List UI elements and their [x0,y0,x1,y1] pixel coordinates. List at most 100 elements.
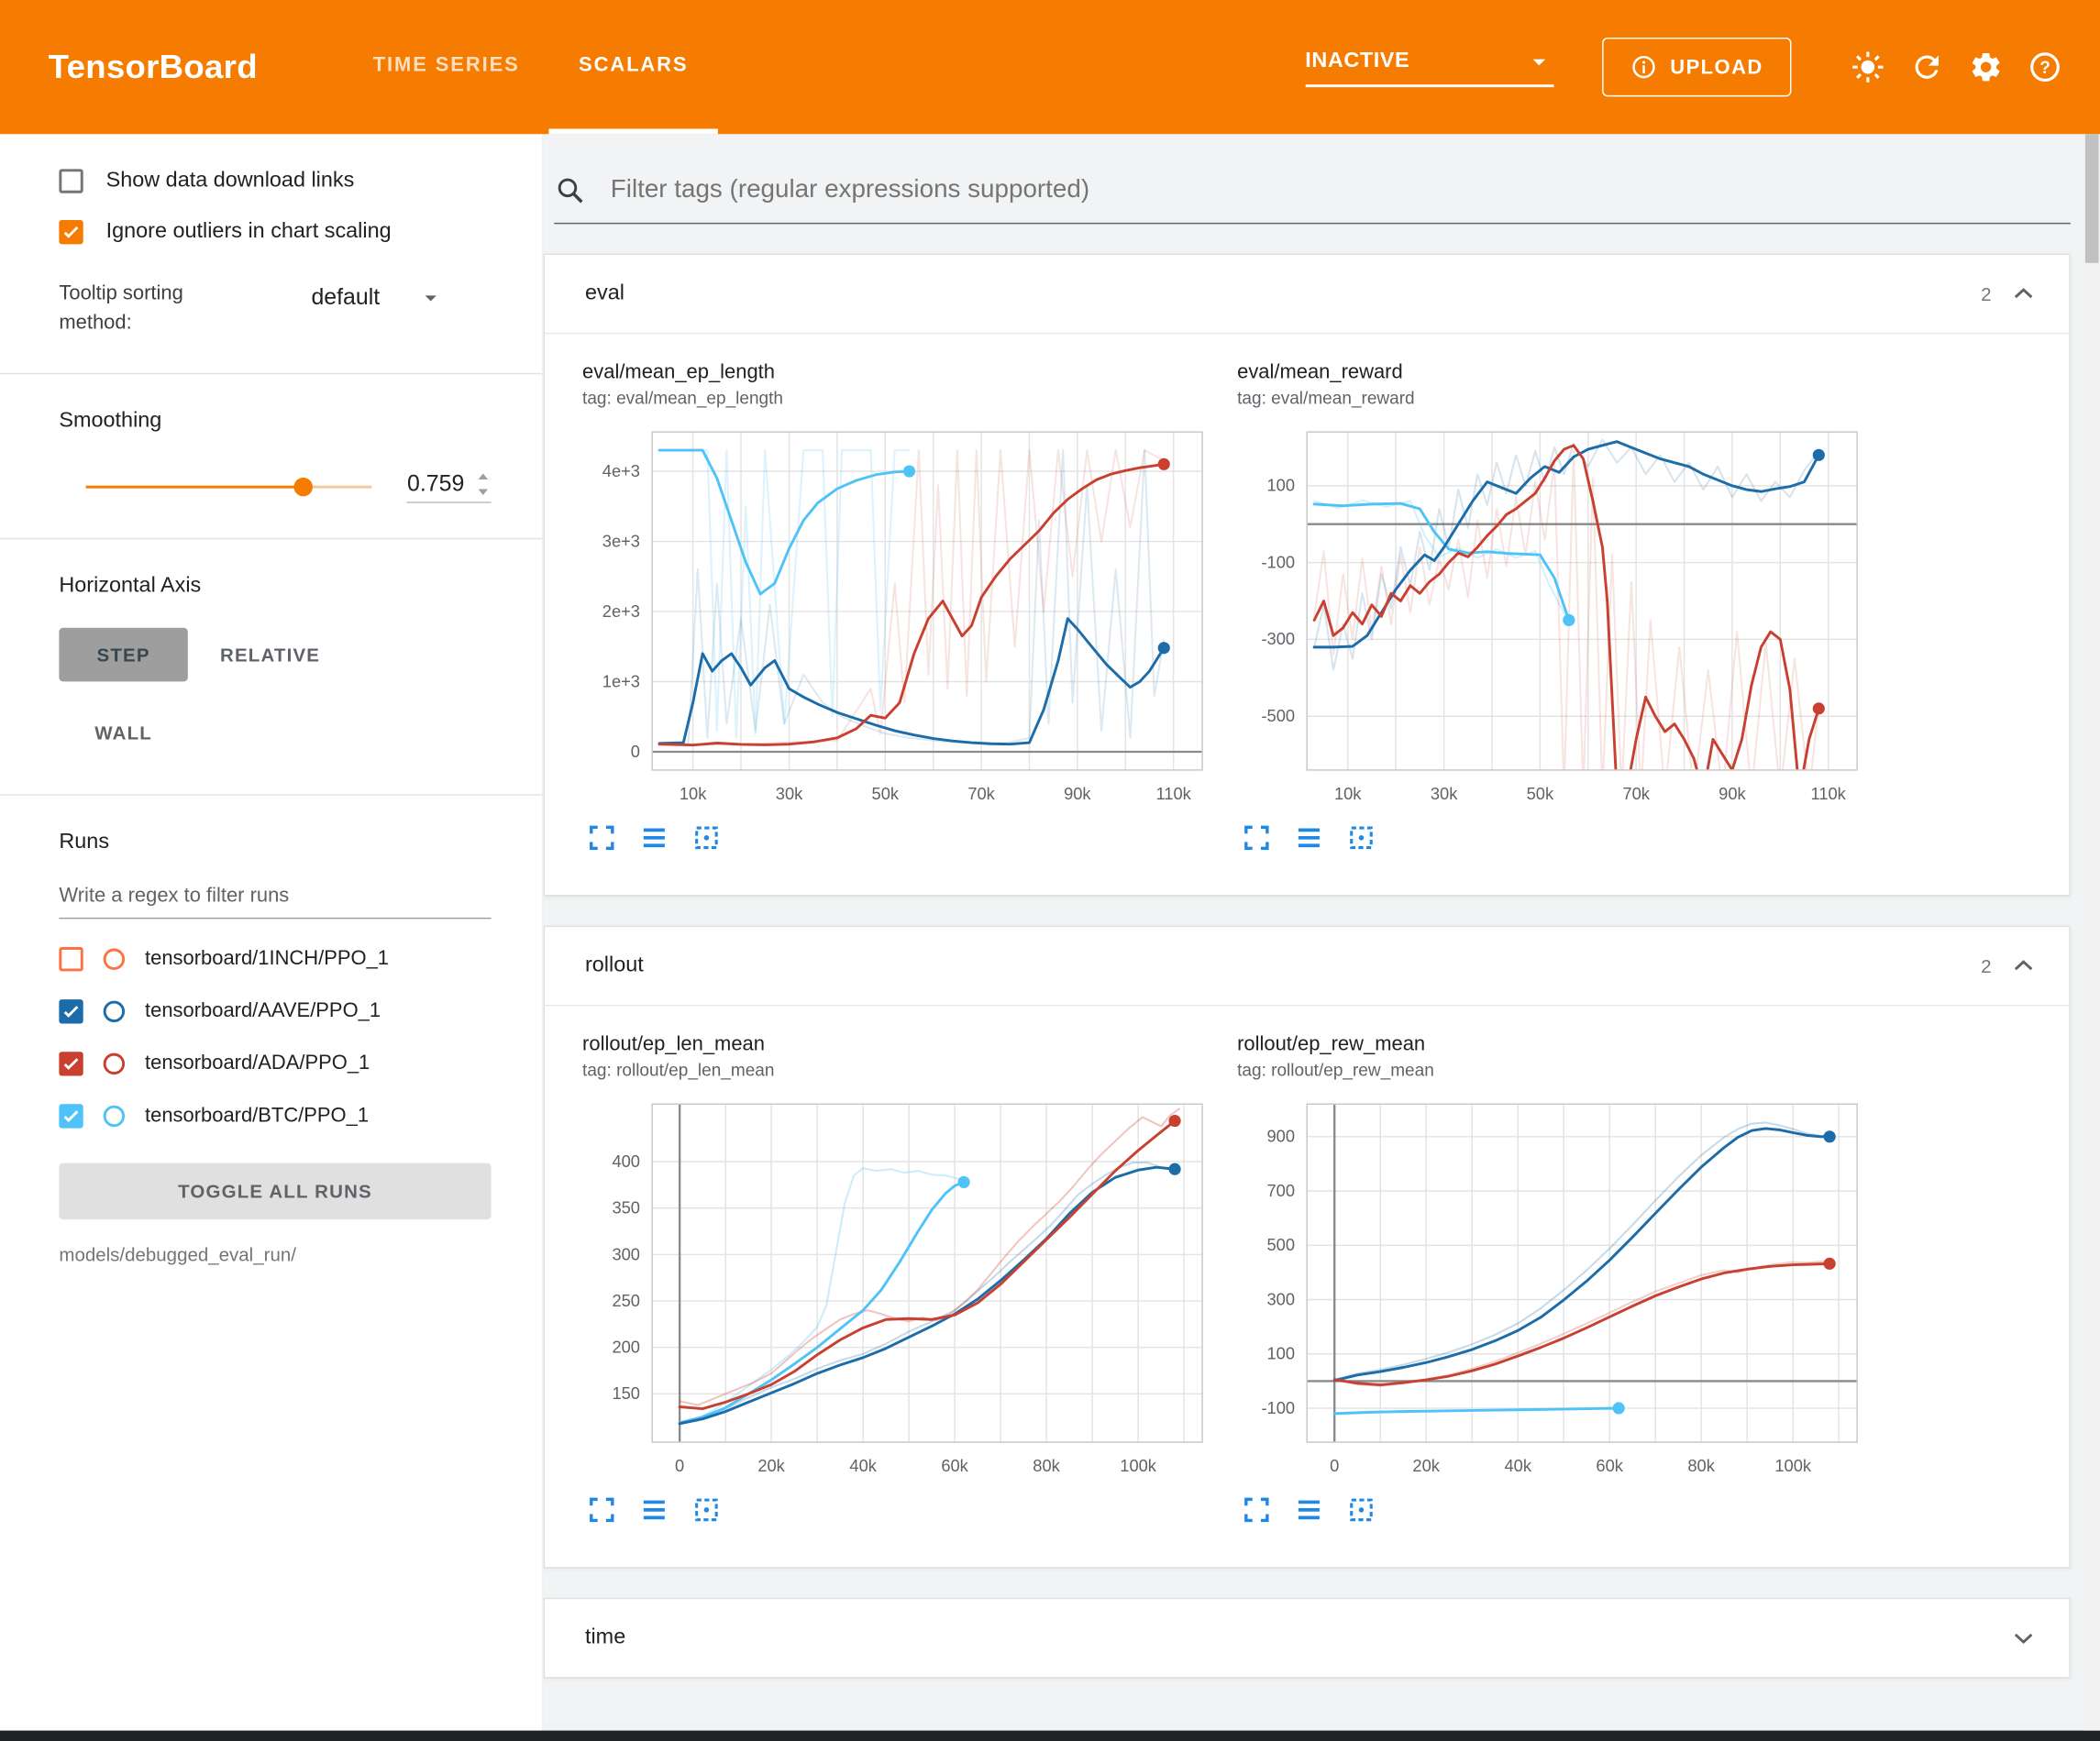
settings-icon[interactable] [1969,50,2004,84]
tab-scalars[interactable]: SCALARS [549,0,718,134]
section-header[interactable]: eval2 [545,255,2069,333]
data-table-icon[interactable] [1295,823,1323,852]
chart-tag: tag: rollout/ep_len_mean [582,1060,1219,1080]
expand-icon[interactable] [588,1496,616,1525]
run-checkbox[interactable] [59,1104,83,1128]
run-label: tensorboard/ADA/PPO_1 [145,1052,370,1074]
stepper-arrows-icon[interactable] [475,470,492,497]
upload-button[interactable]: UPLOAD [1602,38,1792,96]
svg-text:2e+3: 2e+3 [602,601,640,621]
axis-wall-button[interactable]: WALL [59,705,187,759]
chart-toolbar [1237,823,1873,852]
content-row: Show data download links Ignore outliers… [0,134,2100,1730]
help-icon[interactable]: ? [2028,50,2062,84]
chevron-up-icon[interactable] [2007,950,2039,982]
tab-time-series[interactable]: TIME SERIES [344,0,549,134]
smoothing-value: 0.759 [407,470,464,497]
svg-text:100k: 100k [1120,1456,1157,1475]
expand-icon[interactable] [588,823,616,852]
horizontal-axis-buttons: STEP RELATIVE WALL [59,627,407,758]
tag-filter [554,174,2070,224]
sidebar-divider [0,537,542,538]
chevron-up-icon[interactable] [2007,278,2039,310]
data-table-icon[interactable] [1295,1496,1323,1525]
smoothing-value-input[interactable]: 0.759 [407,470,492,502]
line-chart[interactable]: 150200250300350400020k40k60k80k100k [582,1094,1213,1485]
tensorboard-app: TensorBoard TIME SERIES SCALARS INACTIVE… [0,0,2100,1741]
svg-text:70k: 70k [1622,784,1650,803]
checkbox-label: Ignore outliers in chart scaling [106,220,392,244]
show-download-links-checkbox[interactable]: Show data download links [59,169,491,193]
fit-domain-icon[interactable] [1347,1496,1376,1525]
section-title: rollout [585,953,644,977]
bottom-scrollbar[interactable] [0,1731,2100,1741]
svg-text:300: 300 [612,1244,640,1263]
line-chart[interactable]: -100100300500700900020k40k60k80k100k [1237,1094,1868,1485]
chart-card: eval/mean_rewardtag: eval/mean_reward100… [1237,361,1873,853]
refresh-icon[interactable] [1909,50,1944,84]
tag-filter-input[interactable] [608,174,2071,206]
line-chart[interactable]: 01e+32e+33e+34e+310k30k50k70k90k110k [582,421,1213,812]
run-checkbox[interactable] [59,998,83,1022]
data-table-icon[interactable] [640,1496,669,1525]
section-header[interactable]: rollout2 [545,927,2069,1005]
scrollbar-thumb[interactable] [2085,134,2099,262]
smoothing-label: Smoothing [59,409,491,433]
tooltip-sorting-value: default [311,284,380,311]
svg-text:40k: 40k [1504,1456,1531,1475]
run-row: tensorboard/1INCH/PPO_1 [59,946,491,970]
svg-text:400: 400 [612,1151,640,1171]
line-chart[interactable]: 100-100-300-50010k30k50k70k90k110k [1237,421,1868,812]
section-header[interactable]: time [545,1599,2069,1677]
runs-list: tensorboard/1INCH/PPO_1tensorboard/AAVE/… [59,946,491,1128]
fit-domain-icon[interactable] [1347,823,1376,852]
svg-text:10k: 10k [1334,784,1362,803]
fit-domain-icon[interactable] [692,1496,721,1525]
chevron-down-icon[interactable] [2007,1622,2039,1654]
data-table-icon[interactable] [640,823,669,852]
chart-card: rollout/ep_len_mean tag: rollout/ep_len_m… [582,1033,1219,1525]
sidebar: Show data download links Ignore outliers… [0,134,544,1730]
svg-text:-100: -100 [1261,1398,1295,1417]
section-card: time [544,1598,2071,1679]
fit-domain-icon[interactable] [692,823,721,852]
svg-text:100: 100 [1267,1344,1296,1363]
svg-text:900: 900 [1267,1127,1296,1146]
runs-filter-input[interactable] [59,867,491,919]
horizontal-axis-label: Horizontal Axis [59,574,491,598]
run-checkbox[interactable] [59,1051,83,1074]
brightness-icon[interactable] [1851,50,1885,84]
chart-toolbar [1237,1496,1873,1525]
svg-text:80k: 80k [1033,1456,1060,1475]
smoothing-slider[interactable] [86,473,372,500]
vertical-scrollbar[interactable] [2083,134,2100,1730]
status-dropdown[interactable]: INACTIVE [1305,47,1553,87]
slider-thumb[interactable] [293,477,312,495]
tooltip-sorting-select[interactable]: default [311,284,444,311]
run-color-radio[interactable] [104,948,125,969]
svg-text:0: 0 [631,742,640,761]
svg-text:60k: 60k [1596,1456,1623,1475]
run-color-radio[interactable] [104,1000,125,1021]
run-color-radio[interactable] [104,1105,125,1126]
svg-text:700: 700 [1267,1181,1296,1200]
ignore-outliers-checkbox[interactable]: Ignore outliers in chart scaling [59,220,491,244]
run-color-radio[interactable] [104,1052,125,1074]
svg-text:30k: 30k [1431,784,1458,803]
expand-icon[interactable] [1243,823,1271,852]
chart-toolbar [582,1496,1219,1525]
toggle-all-runs-button[interactable]: TOGGLE ALL RUNS [59,1163,491,1218]
svg-text:-300: -300 [1261,629,1295,648]
checkbox-label: Show data download links [106,169,355,193]
checkbox-checked-icon [59,220,83,244]
svg-text:110k: 110k [1811,784,1847,803]
svg-text:3e+3: 3e+3 [602,531,640,550]
expand-icon[interactable] [1243,1496,1271,1525]
svg-text:90k: 90k [1719,784,1746,803]
chart-title: rollout/ep_len_mean [582,1033,1219,1056]
sidebar-divider [0,372,542,373]
run-checkbox[interactable] [59,946,83,970]
axis-step-button[interactable]: STEP [59,627,187,681]
checkbox-unchecked-icon [59,169,83,193]
axis-relative-button[interactable]: RELATIVE [196,627,345,681]
